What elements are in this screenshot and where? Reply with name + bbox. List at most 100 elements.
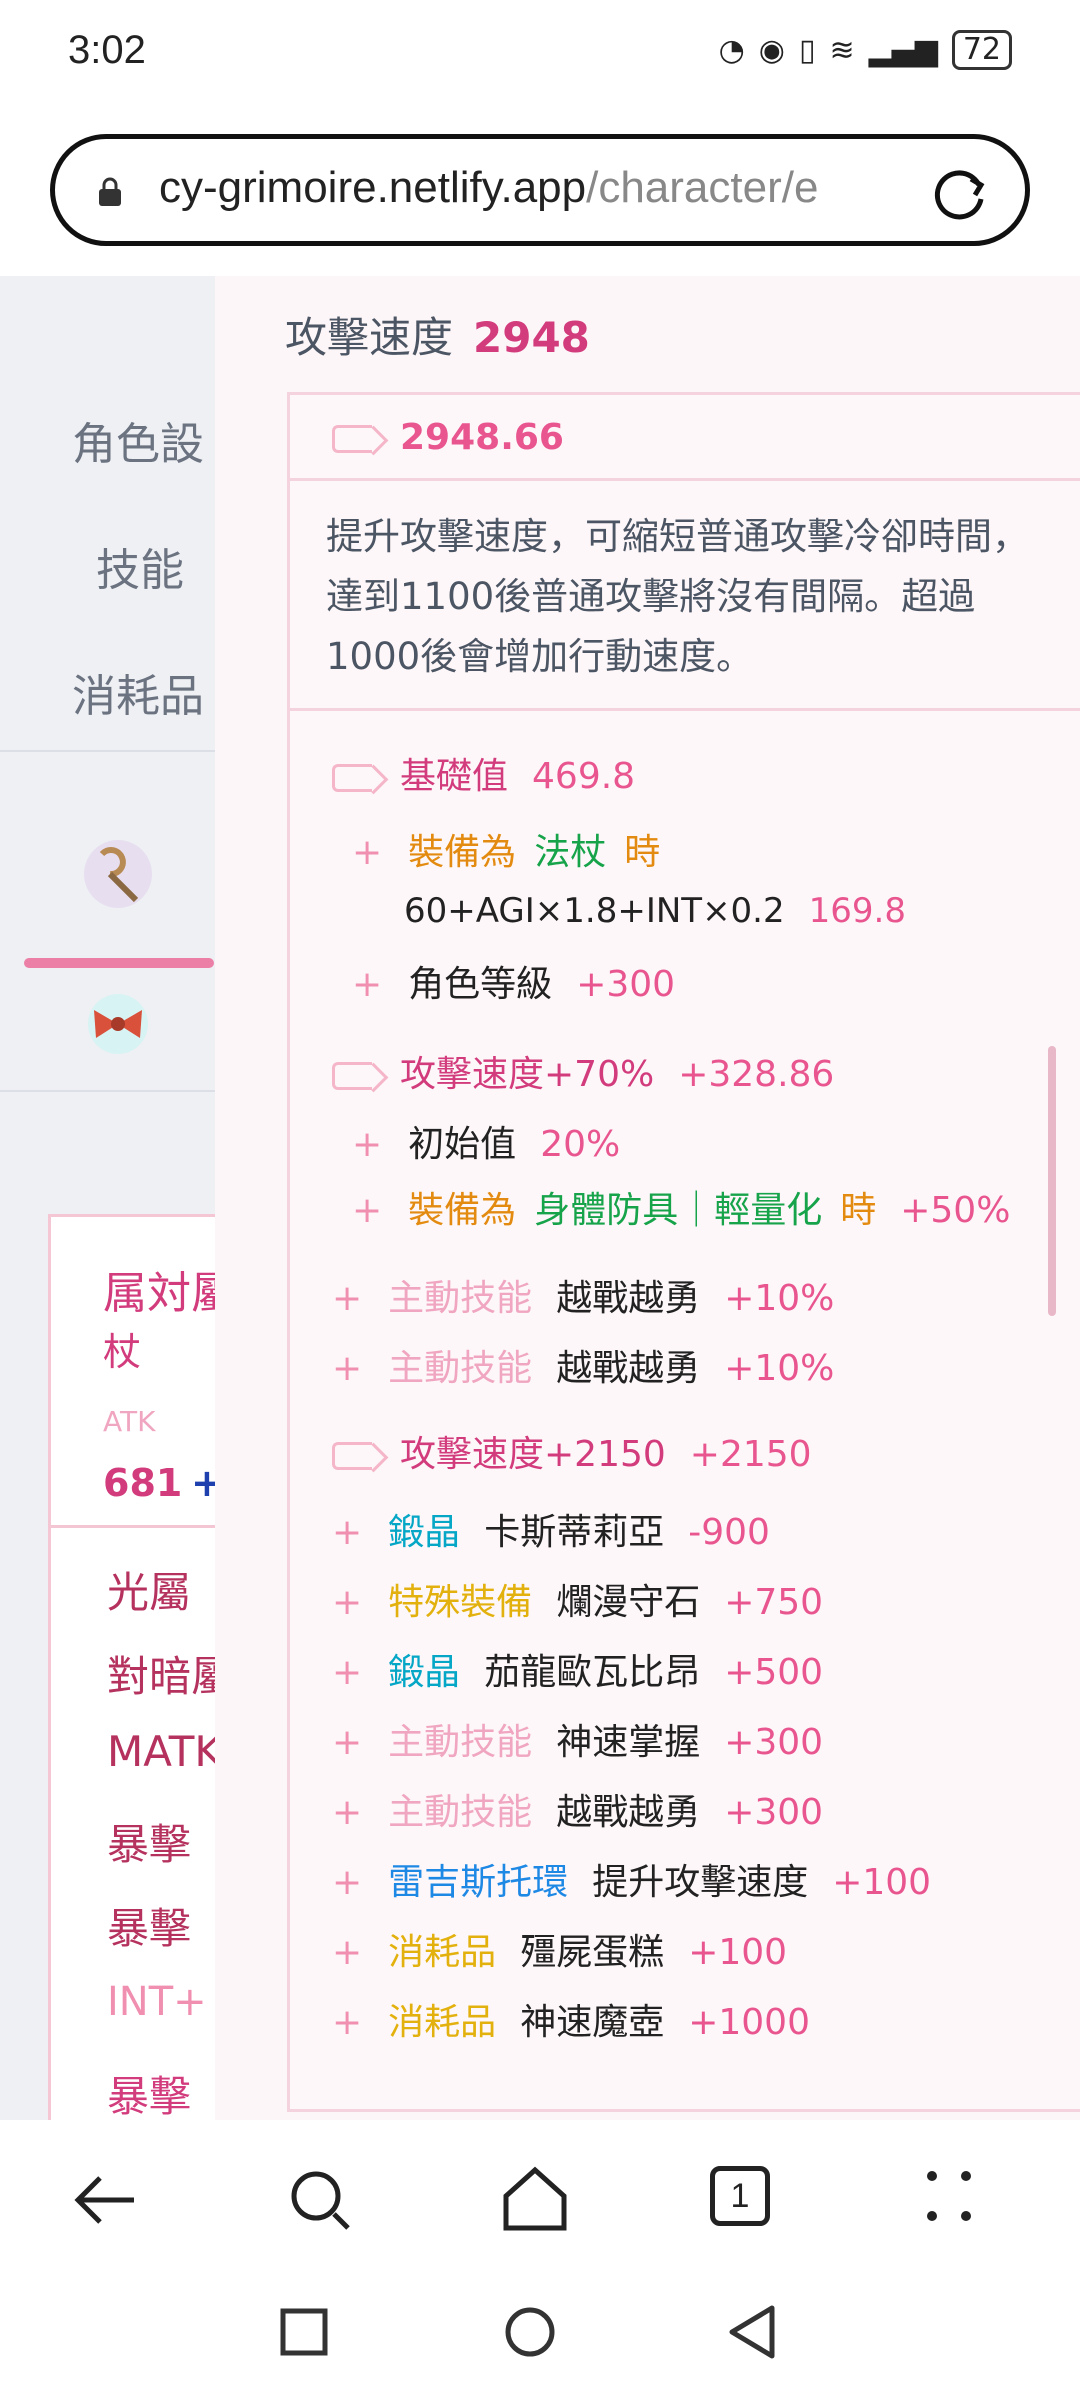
flat-source-row: + 主動技能 越戰越勇 +300 (332, 1792, 824, 1833)
status-time: 3:02 (68, 28, 146, 72)
tag-icon (332, 764, 372, 792)
formula: 60+AGI×1.8+INT×0.2 (404, 891, 785, 931)
source-name: 爛漫守石 (556, 1582, 701, 1623)
card-subtitle: 杖 (103, 1330, 142, 1374)
source-category: 主動技能 (388, 1278, 533, 1319)
bow-ribbon-icon[interactable] (80, 986, 156, 1062)
menu-icon[interactable] (924, 2166, 974, 2226)
nav-divider (0, 1090, 215, 1092)
level-row: + 角色等級 +300 (352, 964, 676, 1005)
card-line: 暴擊 (107, 1904, 192, 1953)
slot-indicator (24, 958, 214, 968)
tag-icon (332, 1442, 372, 1470)
source-category: 特殊裝備 (388, 1582, 533, 1623)
rate-label: 攻擊速度+70% (400, 1054, 655, 1095)
battery-indicator: 72 (951, 30, 1012, 70)
browser-toolbar: cy-grimoire.netlify.app/character/e (0, 120, 1080, 276)
card-line: 光屬 (107, 1568, 192, 1617)
formula-value: 169.8 (808, 891, 906, 931)
source-value: +300 (724, 1792, 824, 1833)
reload-icon[interactable] (931, 165, 989, 223)
flat-source-row: + 主動技能 神速掌握 +300 (332, 1722, 824, 1763)
nav-divider (0, 750, 215, 752)
stat-description: 提升攻擊速度，可縮短普通攻擊冷卻時間，達到1100後普通攻擊將沒有間隔。超過10… (290, 481, 1080, 711)
card-line: 暴擊 (107, 2072, 192, 2120)
rate-skill-row: + 主動技能 越戰越勇 +10% (332, 1348, 835, 1389)
staff-icon[interactable] (80, 836, 156, 912)
square-icon[interactable] (280, 2308, 328, 2356)
page-content: 角色設 技能 消耗品 属対屬 杖 ATK 681 + 光屬 對暗屬 MATK 暴… (0, 276, 1080, 2120)
flat-source-row: + 雷吉斯托環 提升攻擊速度 +100 (332, 1862, 932, 1903)
equip-item: 身體防具｜輕量化 (534, 1190, 823, 1231)
source-name: 越戰越勇 (556, 1278, 701, 1319)
status-bar: 3:02 ◔ ◉ ▯ ≋ ▂▄▆ 72 (0, 0, 1080, 120)
rate-value: +328.86 (678, 1054, 835, 1095)
init-row: + 初始值 20% (352, 1124, 621, 1165)
atk-label: ATK (103, 1405, 156, 1438)
triangle-icon[interactable] (726, 2304, 778, 2360)
source-value: +1000 (688, 2002, 810, 2043)
total-value: 2948.66 (400, 417, 564, 458)
vibrate-icon: ▯ (798, 32, 816, 68)
url-text[interactable]: cy-grimoire.netlify.app/character/e (159, 163, 939, 213)
stats-card: 属対屬 杖 ATK 681 + 光屬 對暗屬 MATK 暴擊 暴擊 INT+ 暴… (48, 1214, 241, 2120)
url-domain: cy-grimoire.netlify.app (159, 163, 587, 212)
data-icon: ◔ (718, 32, 745, 68)
address-bar[interactable]: cy-grimoire.netlify.app/character/e (50, 134, 1030, 246)
source-value: +750 (724, 1582, 824, 1623)
tabs-icon[interactable]: 1 (710, 2166, 770, 2226)
atk-value: 681 (103, 1461, 183, 1505)
equip-prefix: 裝備為 (408, 832, 517, 873)
source-value: +10% (724, 1348, 835, 1389)
flat-source-row: + 特殊裝備 爛漫守石 +750 (332, 1582, 824, 1623)
source-category: 主動技能 (388, 1792, 533, 1833)
equip-condition-row: + 裝備為 法杖時 (352, 832, 661, 873)
flat-value: +2150 (689, 1434, 812, 1475)
source-value: +100 (832, 1862, 932, 1903)
init-value: 20% (540, 1124, 621, 1165)
home-icon[interactable] (500, 2164, 570, 2234)
rate-skill-row: + 主動技能 越戰越勇 +10% (332, 1278, 835, 1319)
source-name: 神速魔壺 (520, 2002, 665, 2043)
stat-name: 攻擊速度 (285, 313, 454, 362)
circle-icon[interactable] (504, 2306, 556, 2358)
source-value: +300 (724, 1722, 824, 1763)
back-icon[interactable] (74, 2170, 138, 2230)
base-label: 基礎值 (400, 756, 509, 797)
source-name: 提升攻擊速度 (592, 1862, 809, 1903)
source-name: 茄龍歐瓦比昂 (484, 1652, 701, 1693)
equip-item: 法杖 (534, 832, 607, 873)
card-line: INT+ (107, 1979, 207, 2025)
source-name: 殭屍蛋糕 (520, 1932, 665, 1973)
url-path: /character/e (586, 163, 819, 212)
equip-suffix: 時 (624, 832, 661, 873)
source-value: -900 (688, 1512, 770, 1553)
scrollbar-thumb[interactable] (1048, 1046, 1056, 1316)
browser-bottom-bar: 1 (0, 2120, 1080, 2403)
source-value: +10% (724, 1278, 835, 1319)
init-label: 初始值 (408, 1124, 517, 1165)
source-category: 鍛晶 (388, 1512, 461, 1553)
source-category: 主動技能 (388, 1348, 533, 1389)
source-name: 越戰越勇 (556, 1792, 701, 1833)
equip-prefix: 裝備為 (408, 1190, 517, 1231)
stat-detail-panel: 攻擊速度 2948 2948.66 提升攻擊速度，可縮短普通攻擊冷卻時間，達到11… (215, 276, 1080, 2120)
lock-icon (99, 177, 121, 206)
card-line: 暴擊 (107, 1820, 192, 1869)
source-category: 消耗品 (388, 1932, 497, 1973)
stat-breakdown: 2948.66 提升攻擊速度，可縮短普通攻擊冷卻時間，達到1100後普通攻擊將沒… (287, 392, 1080, 2112)
tag-icon (332, 425, 372, 453)
source-category: 雷吉斯托環 (388, 1862, 569, 1903)
source-category: 消耗品 (388, 2002, 497, 2043)
level-value: +300 (576, 964, 676, 1005)
flat-label: 攻擊速度+2150 (400, 1434, 666, 1475)
total-row: 2948.66 (290, 395, 1080, 481)
equip-value: +50% (900, 1190, 1011, 1231)
flat-source-row: + 消耗品 殭屍蛋糕 +100 (332, 1932, 788, 1973)
flat-source-row: + 鍛晶 卡斯蒂莉亞 -900 (332, 1512, 770, 1553)
flat-source-row: + 消耗品 神速魔壺 +1000 (332, 2002, 810, 2043)
source-category: 鍛晶 (388, 1652, 461, 1693)
panel-title: 攻擊速度 2948 (285, 304, 590, 365)
source-name: 越戰越勇 (556, 1348, 701, 1389)
search-icon[interactable] (288, 2168, 352, 2232)
